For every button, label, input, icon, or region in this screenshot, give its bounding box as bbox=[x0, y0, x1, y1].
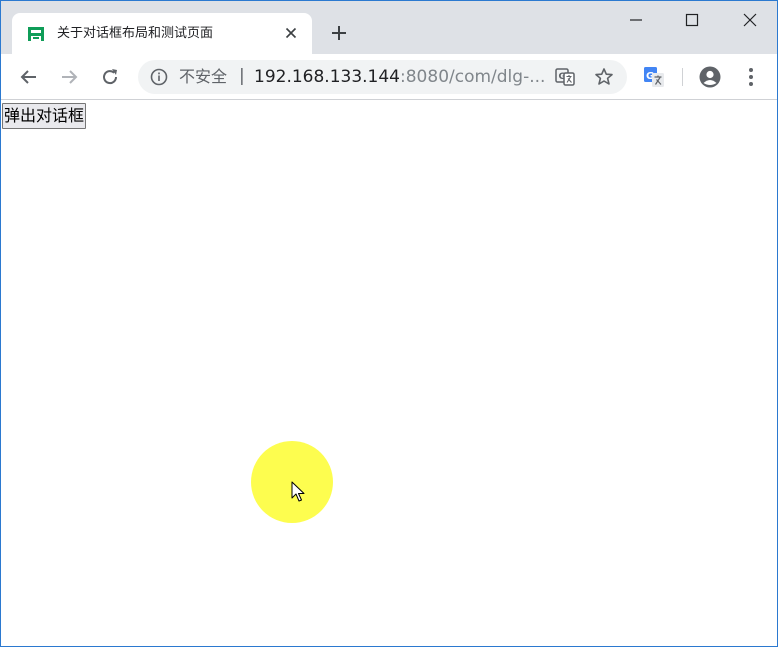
active-tab[interactable]: 关于对话框布局和测试页面 bbox=[12, 13, 312, 54]
browser-toolbar: 不安全 | 192.168.133.144:8080/com/dlg-... G… bbox=[1, 54, 777, 100]
toolbar-divider bbox=[682, 68, 683, 86]
close-icon[interactable] bbox=[282, 24, 300, 42]
account-icon[interactable] bbox=[699, 66, 721, 88]
reload-icon bbox=[103, 69, 118, 85]
window-close-button[interactable] bbox=[735, 7, 765, 33]
page-content: 弹出对话框 bbox=[1, 101, 777, 646]
url-separator: | bbox=[239, 66, 245, 86]
security-status-label[interactable]: 不安全 bbox=[179, 68, 227, 86]
tab-strip: 关于对话框布局和测试页面 bbox=[1, 1, 777, 54]
maximize-icon bbox=[685, 13, 699, 27]
url-host: 192.168.133.144 bbox=[254, 67, 401, 87]
mouse-pointer-icon bbox=[291, 481, 305, 502]
back-arrow-icon bbox=[20, 70, 36, 84]
url-path: :8080/com/dlg-... bbox=[400, 67, 546, 87]
green-robot-favicon-icon bbox=[28, 27, 44, 41]
close-icon bbox=[743, 13, 757, 27]
info-icon[interactable] bbox=[150, 68, 168, 86]
minimize-button[interactable] bbox=[621, 7, 651, 33]
new-tab-button[interactable] bbox=[327, 21, 351, 45]
minimize-icon bbox=[630, 19, 642, 21]
popup-dialog-button[interactable]: 弹出对话框 bbox=[2, 103, 87, 129]
back-button[interactable] bbox=[17, 65, 41, 89]
plus-icon bbox=[332, 26, 346, 40]
forward-button[interactable] bbox=[57, 65, 81, 89]
maximize-button[interactable] bbox=[677, 7, 707, 33]
reload-button[interactable] bbox=[98, 65, 122, 89]
tab-title: 关于对话框布局和测试页面 bbox=[57, 26, 214, 41]
google-translate-extension-icon[interactable]: G bbox=[643, 66, 665, 88]
more-vert-icon[interactable] bbox=[741, 66, 761, 88]
url-text[interactable]: 192.168.133.144:8080/com/dlg-... bbox=[254, 68, 545, 86]
browser-window: 关于对话框布局和测试页面 不安全 | 192.168.133.144:8080/… bbox=[0, 0, 778, 647]
address-bar[interactable]: 不安全 | 192.168.133.144:8080/com/dlg-... G bbox=[138, 60, 627, 94]
forward-arrow-icon bbox=[62, 70, 78, 84]
star-icon[interactable] bbox=[594, 67, 614, 87]
translate-icon[interactable]: G bbox=[555, 67, 575, 87]
